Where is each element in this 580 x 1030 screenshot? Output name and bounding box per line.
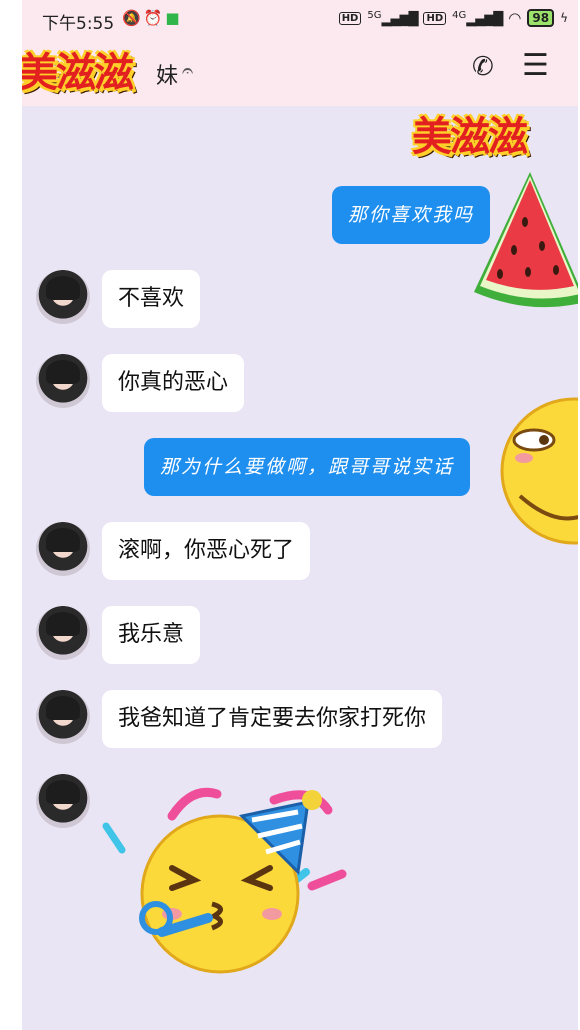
avatar[interactable] [36,774,90,828]
avatar[interactable] [36,690,90,744]
avatar[interactable] [36,606,90,660]
mute-icon: 🔕 [122,9,144,27]
message-out-1[interactable]: 那你喜欢我吗 [332,186,491,244]
message-in-3[interactable]: 滚啊，你恶心死了 [102,522,311,580]
smirk-emoji-sticker [500,397,578,545]
app-icon: ■ [165,9,183,27]
status-time: 下午5:55 [42,14,115,34]
party-emoji-sticker[interactable] [102,776,352,986]
battery-icon: 98 [527,9,555,27]
message-out-2[interactable]: 那为什么要做啊，跟哥哥说实话 [144,438,471,496]
status-bar: 下午5:55 🔕⏰■ HD 5G▂▄▆█ HD 4G▂▄▆█ ◠ 98 ϟ [22,0,578,40]
menu-icon[interactable]: ☰ [522,48,549,83]
signal-icon-2: ▂▄▆█ [466,11,503,27]
header-sticker: 美滋滋 [22,50,134,96]
hd-badge-2: HD [423,11,447,25]
message-in-4[interactable]: 我乐意 [102,606,201,664]
status-icons: 🔕⏰■ [122,9,183,27]
ear-icon: 𝄐 [182,58,194,82]
signal-icon: ▂▄▆█ [381,11,418,27]
chat-screen: 下午5:55 🔕⏰■ HD 5G▂▄▆█ HD 4G▂▄▆█ ◠ 98 ϟ 妹 … [22,0,578,1030]
message-in-1[interactable]: 不喜欢 [102,270,201,328]
wifi-icon: ◠ [508,9,522,27]
avatar[interactable] [36,522,90,576]
chat-title[interactable]: 妹 [156,58,178,90]
hd-badge: HD [338,11,362,25]
charging-icon: ϟ [560,11,568,25]
top-right-sticker: 美滋滋 [412,114,528,160]
status-right: HD 5G▂▄▆█ HD 4G▂▄▆█ ◠ 98 ϟ [338,9,568,27]
alarm-icon: ⏰ [143,9,166,27]
message-in-5[interactable]: 我爸知道了肯定要去你家打死你 [102,690,443,748]
avatar[interactable] [36,354,90,408]
watermelon-sticker [474,172,578,308]
network-5g: 5G▂▄▆█ [367,9,418,27]
avatar[interactable] [36,270,90,324]
phone-icon[interactable]: ✆ [472,52,494,82]
message-in-2[interactable]: 你真的恶心 [102,354,245,412]
network-4g: 4G▂▄▆█ [452,9,503,27]
